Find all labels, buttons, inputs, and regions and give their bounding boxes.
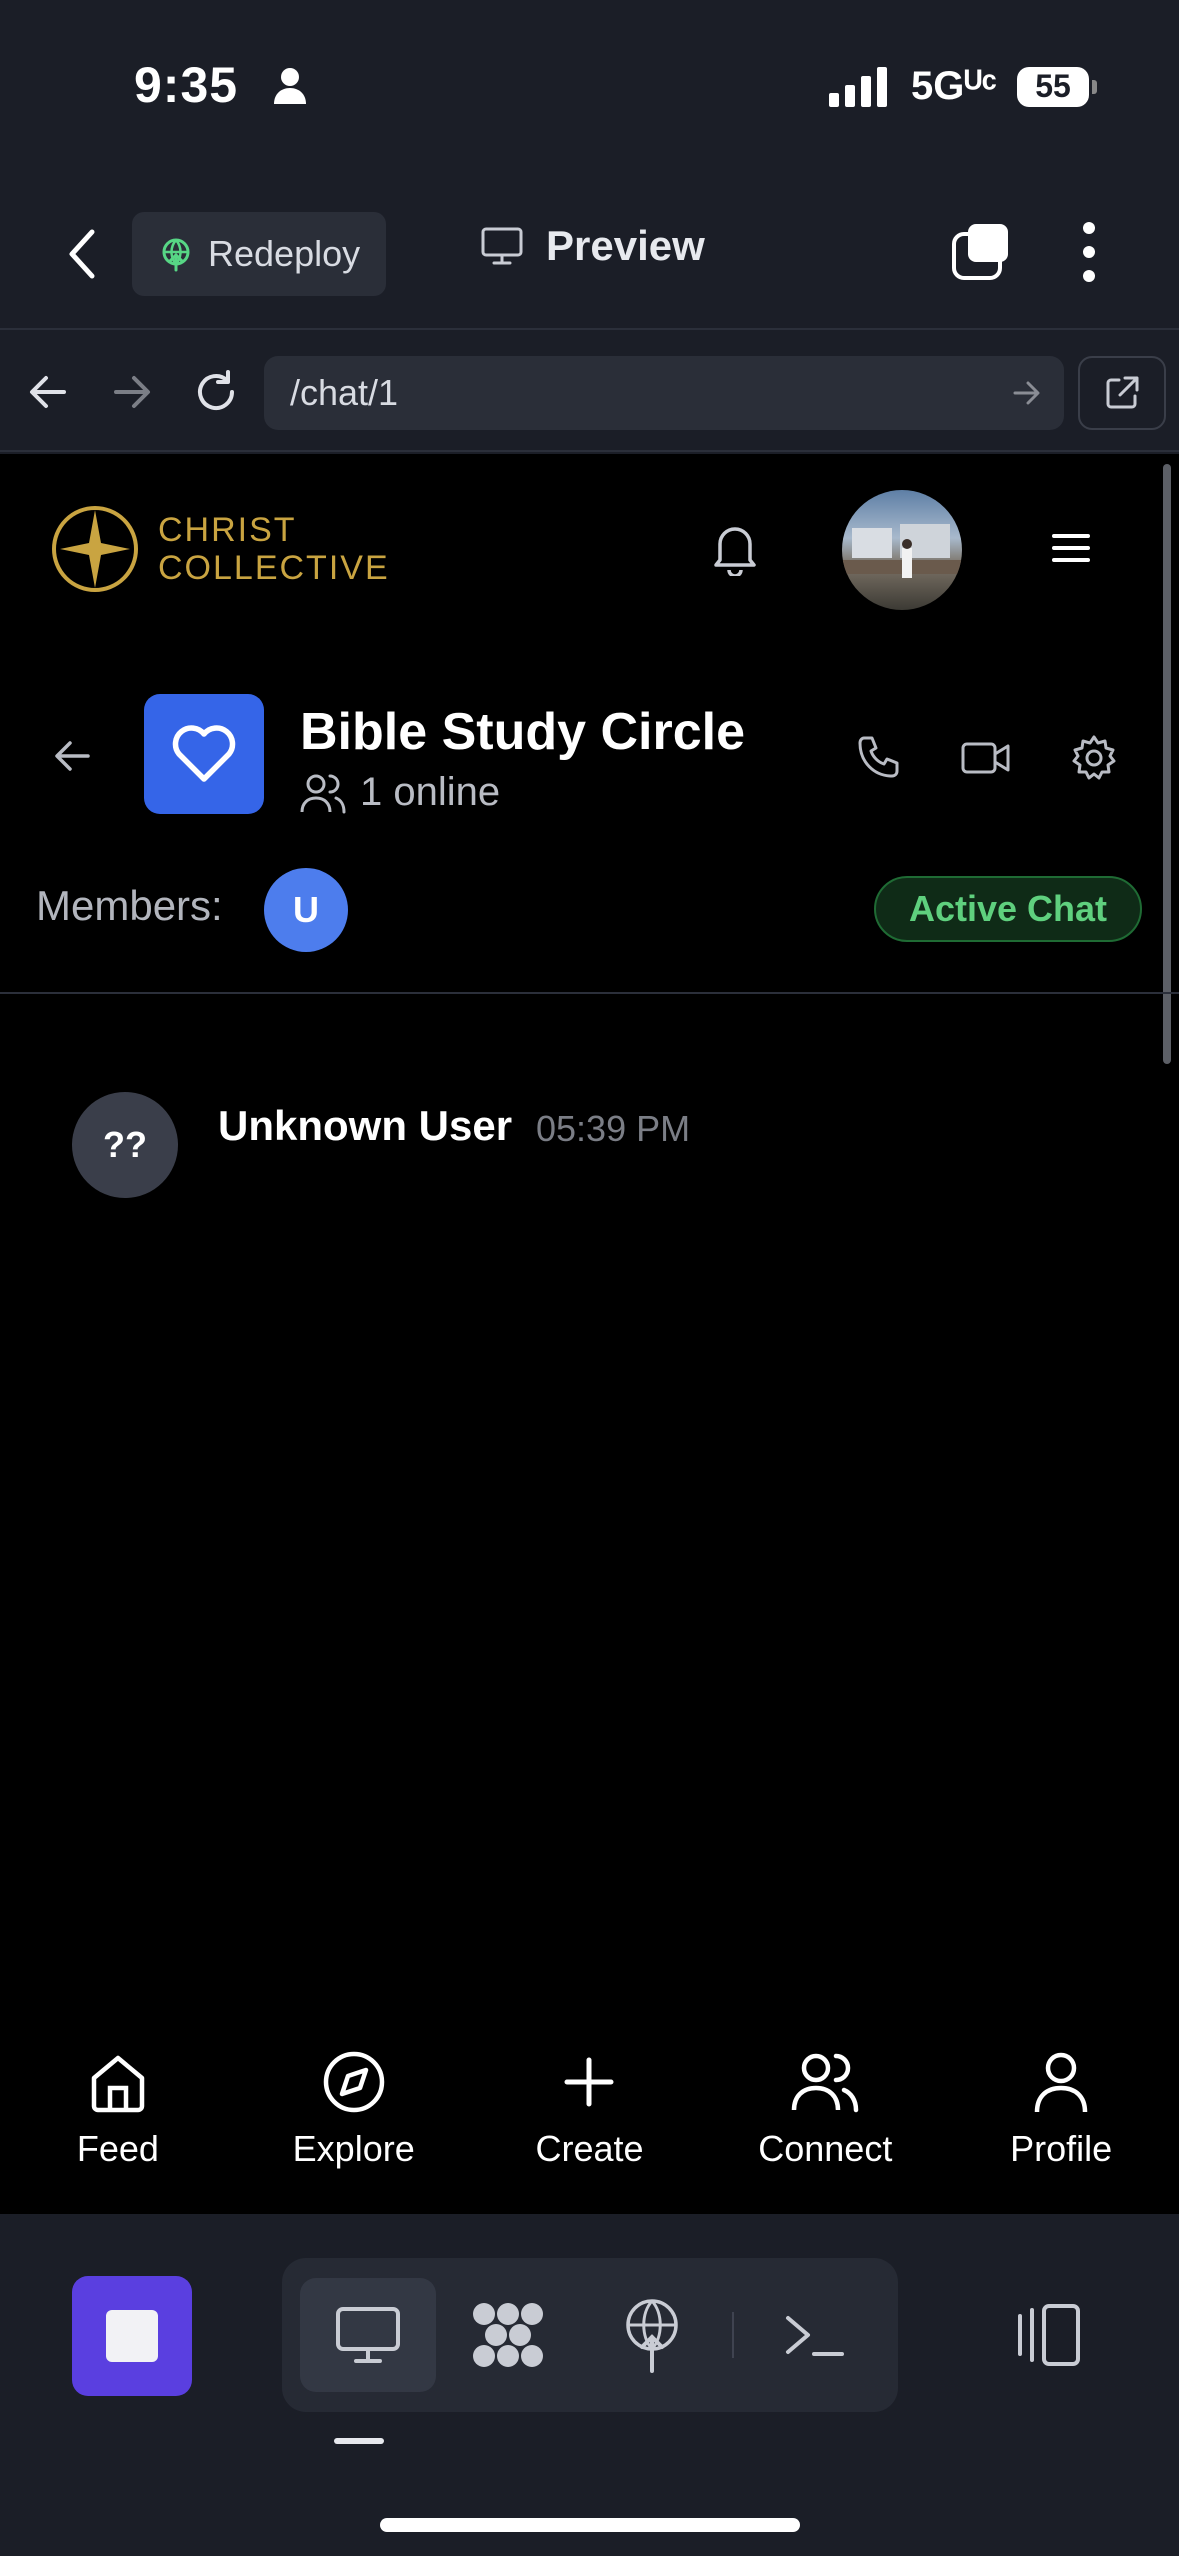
- url-text: /chat/1: [290, 372, 399, 413]
- nav-connect[interactable]: Connect: [707, 2010, 943, 2214]
- tool-divider: [732, 2312, 734, 2358]
- settings-gear-icon[interactable]: [1070, 734, 1118, 782]
- tool-switcher: [282, 2258, 898, 2412]
- tabs-icon[interactable]: [950, 222, 1012, 282]
- video-call-icon[interactable]: [960, 736, 1012, 780]
- nav-explore[interactable]: Explore: [236, 2010, 472, 2214]
- nav-feed[interactable]: Feed: [0, 2010, 236, 2214]
- terminal-tool[interactable]: [746, 2278, 882, 2392]
- nav-profile-label: Profile: [1010, 2128, 1113, 2169]
- browser-bar: /chat/1: [0, 332, 1179, 452]
- signal-icon: [829, 66, 888, 107]
- message-author: Unknown User: [218, 1102, 513, 1149]
- nav-create-label: Create: [535, 2128, 644, 2169]
- redeploy-label: Redeploy: [208, 233, 361, 274]
- logo-text: CHRIST COLLECTIVE: [158, 511, 390, 587]
- go-arrow-icon[interactable]: [1012, 379, 1042, 407]
- active-tool-indicator: [334, 2438, 384, 2444]
- hamburger-menu-icon[interactable]: [1052, 532, 1090, 564]
- star-logo-icon: [52, 506, 138, 592]
- reload-icon[interactable]: [192, 368, 240, 416]
- phone-icon[interactable]: [854, 734, 902, 782]
- person-icon: [274, 68, 306, 104]
- chat-back-icon[interactable]: [52, 738, 92, 774]
- plus-icon: [564, 2057, 614, 2107]
- monitor-icon: [481, 227, 523, 265]
- app-toolbar: Redeploy Preview: [0, 170, 1179, 330]
- user-icon: [1034, 2052, 1088, 2113]
- home-icon: [91, 2055, 145, 2113]
- user-avatar[interactable]: [842, 490, 962, 610]
- web-content: CHRIST COLLECTIVE Bible Study Circle 1 o…: [0, 454, 1179, 2214]
- nav-connect-label: Connect: [758, 2128, 893, 2169]
- online-count: 1 online: [300, 770, 500, 815]
- chat-header: Bible Study Circle 1 online Members: U A…: [0, 674, 1179, 994]
- message-time: 05:39 PM: [536, 1108, 691, 1149]
- preview-label: Preview: [546, 222, 705, 269]
- network-type: 5Gᵁᶜ: [911, 64, 997, 108]
- home-indicator[interactable]: [380, 2518, 800, 2532]
- chat-title: Bible Study Circle: [300, 703, 745, 761]
- members-label: Members:: [36, 882, 223, 929]
- panel-layout-icon[interactable]: [1008, 2302, 1084, 2368]
- nav-create[interactable]: Create: [472, 2010, 708, 2214]
- browser-back-icon[interactable]: [26, 370, 70, 414]
- status-time: 9:35: [134, 57, 239, 113]
- member-avatar[interactable]: U: [264, 868, 348, 952]
- stop-icon: [106, 2310, 158, 2362]
- browser-forward-icon[interactable]: [110, 370, 154, 414]
- preview-tab[interactable]: Preview: [480, 222, 705, 270]
- redeploy-button[interactable]: Redeploy: [132, 212, 386, 296]
- terminal-icon: [786, 2316, 844, 2356]
- users-icon: [792, 2053, 859, 2113]
- status-indicators: 5Gᵁᶜ 55: [829, 64, 1097, 109]
- group-avatar: [144, 694, 264, 814]
- stop-button[interactable]: [72, 2276, 192, 2396]
- nav-profile[interactable]: Profile: [943, 2010, 1179, 2214]
- ide-dock: [0, 2214, 1179, 2556]
- status-badge: Active Chat: [874, 876, 1142, 942]
- logo-line-2: COLLECTIVE: [158, 549, 390, 587]
- message-avatar: ??: [72, 1092, 178, 1198]
- external-link-icon: [1106, 376, 1139, 409]
- workflow-tool[interactable]: [440, 2278, 576, 2392]
- battery-indicator: 55: [1017, 66, 1097, 107]
- online-text: 1 online: [360, 770, 501, 814]
- status-bar: 9:35 5Gᵁᶜ 55: [0, 0, 1179, 170]
- open-external-button[interactable]: [1078, 356, 1166, 430]
- compass-icon: [323, 2051, 384, 2113]
- logo-line-1: CHRIST: [158, 511, 297, 549]
- bell-icon[interactable]: [710, 520, 760, 576]
- bottom-nav: Feed Explore Create Connect Profile: [0, 2010, 1179, 2214]
- site-logo[interactable]: CHRIST COLLECTIVE: [50, 504, 390, 594]
- more-vertical-icon[interactable]: [1074, 220, 1104, 284]
- deploy-tool[interactable]: [584, 2278, 720, 2392]
- back-chevron-icon[interactable]: [62, 226, 102, 282]
- nodes-icon: [473, 2303, 543, 2367]
- heart-icon: [172, 725, 236, 782]
- desktop-preview-tool[interactable]: [300, 2278, 436, 2392]
- nav-explore-label: Explore: [292, 2128, 415, 2169]
- globe-upload-icon: [162, 238, 190, 272]
- url-input[interactable]: /chat/1: [264, 356, 1064, 430]
- avatar-photo: [842, 524, 962, 578]
- monitor-icon: [336, 2307, 400, 2363]
- nav-feed-label: Feed: [76, 2128, 159, 2169]
- globe-upload-icon: [626, 2299, 678, 2373]
- users-icon: [300, 774, 346, 813]
